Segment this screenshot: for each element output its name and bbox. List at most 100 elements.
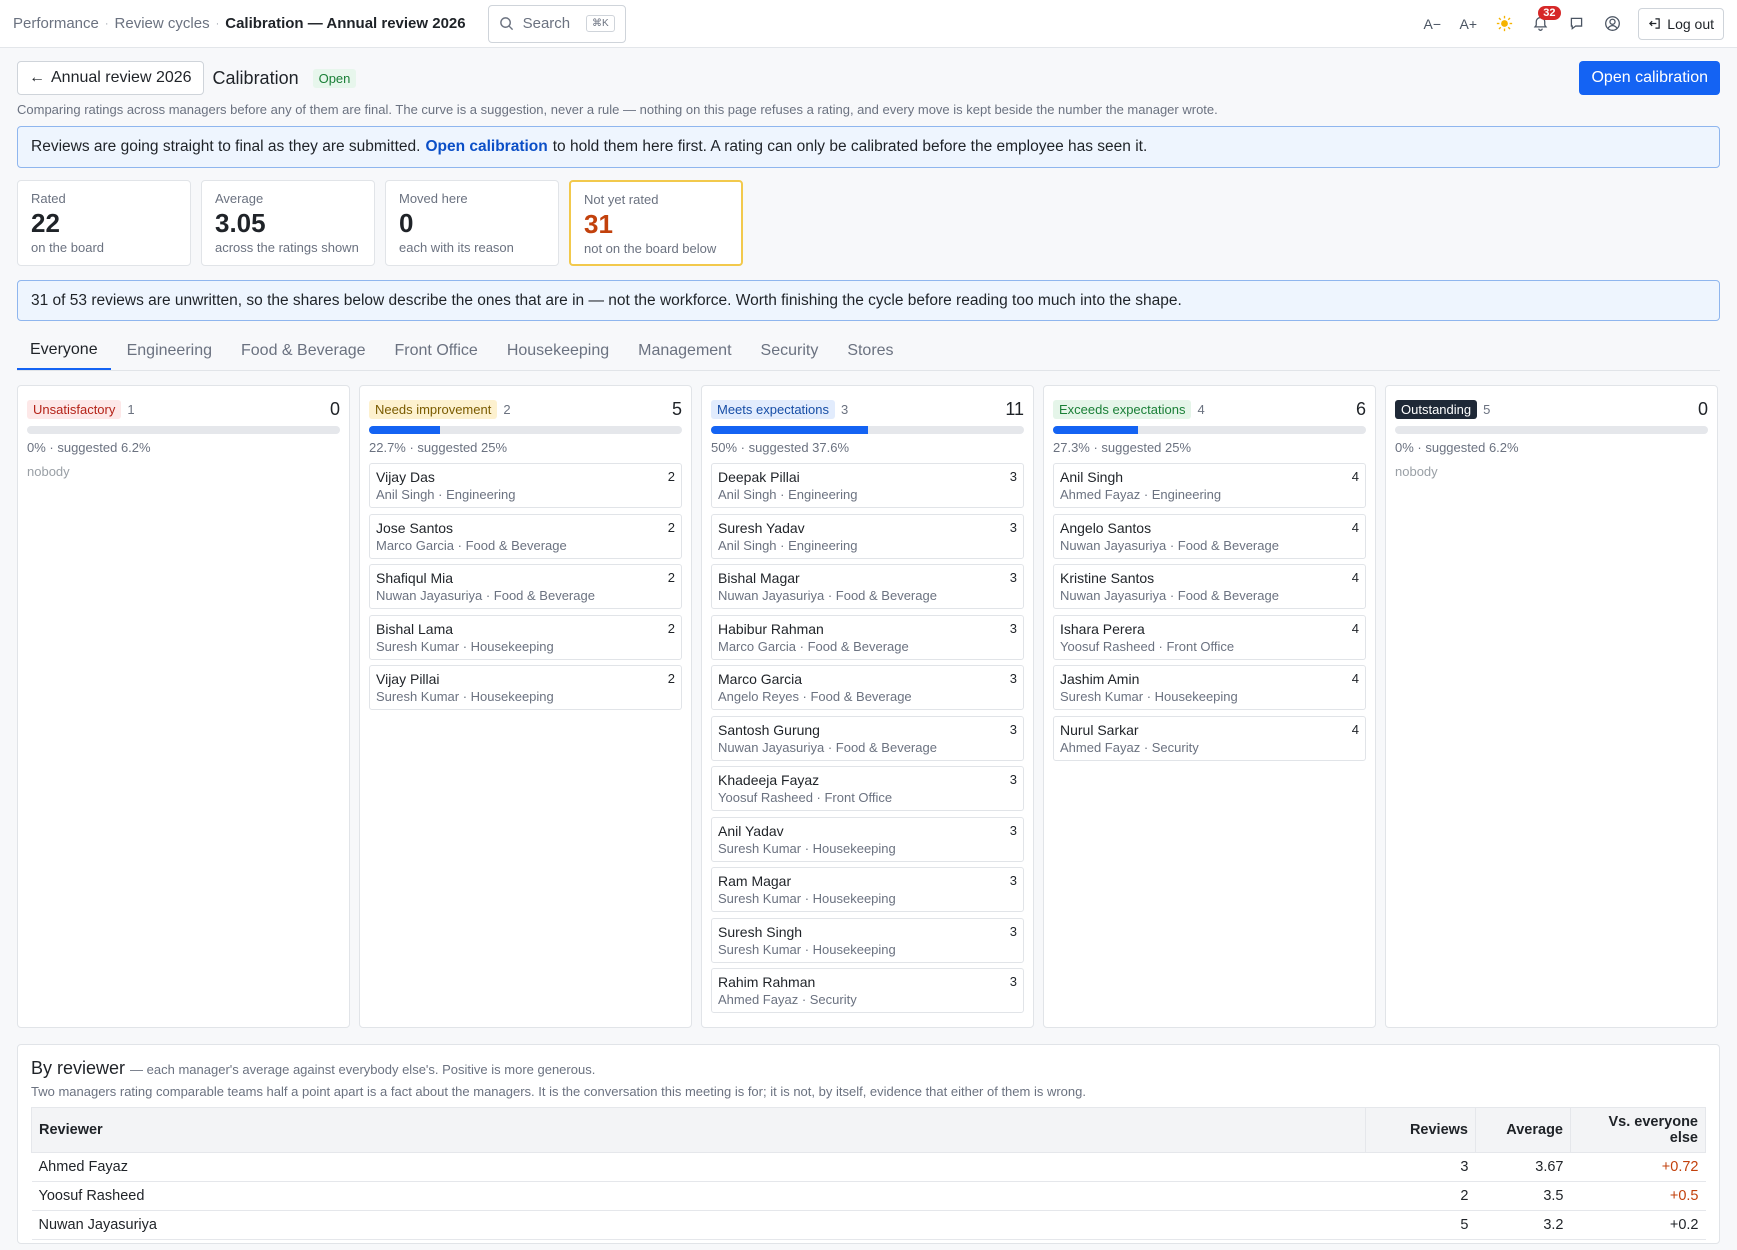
tab-food-beverage[interactable]: Food & Beverage — [228, 331, 379, 370]
share-bar-fill — [1053, 426, 1139, 434]
employee-rating: 3 — [1009, 772, 1017, 787]
employee-rating: 3 — [1009, 873, 1017, 888]
employee-rating: 4 — [1351, 570, 1359, 585]
employee-card[interactable]: Vijay Pillai Suresh Kumar · Housekeeping… — [369, 665, 682, 710]
profile-button[interactable] — [1594, 6, 1630, 42]
theme-toggle-button[interactable] — [1486, 6, 1522, 42]
tab-front-office[interactable]: Front Office — [382, 331, 491, 370]
notice-open-calibration-link[interactable]: Open calibration — [425, 138, 547, 156]
employee-card[interactable]: Suresh Yadav Anil Singh · Engineering 3 — [711, 513, 1024, 559]
breadcrumb-review-cycles[interactable]: Review cycles — [115, 15, 210, 32]
unwritten-notice: 31 of 53 reviews are unwritten, so the s… — [17, 280, 1720, 321]
employee-rating: 3 — [1009, 822, 1017, 838]
employee-manager-dept: Nuwan Jayasuriya · Food & Beverage — [1060, 537, 1279, 553]
employee-rating: 4 — [1351, 671, 1359, 686]
employee-card[interactable]: Suresh Singh Suresh Kumar · Housekeeping… — [711, 917, 1024, 963]
employee-rating: 4 — [1351, 469, 1359, 484]
logout-button[interactable]: Log out — [1638, 7, 1724, 40]
tab-security[interactable]: Security — [748, 331, 832, 370]
employee-name: Vijay Das — [376, 469, 435, 485]
table-row[interactable]: Yoosuf Rasheed 2 3.5 +0.5 — [31, 1181, 1706, 1211]
tab-engineering[interactable]: Engineering — [114, 331, 225, 370]
tab-stores[interactable]: Stores — [834, 331, 906, 370]
employee-card[interactable]: Anil Yadav Suresh Kumar · Housekeeping 3 — [711, 816, 1024, 862]
reviewer-diff — [1570, 1239, 1706, 1243]
notifications-button[interactable]: 32 — [1522, 5, 1561, 42]
table-row[interactable]: Ahmed Fayaz 3 3.67 +0.72 — [31, 1152, 1706, 1182]
open-calibration-button[interactable]: Open calibration — [1579, 61, 1720, 95]
font-smaller-button[interactable]: A− — [1414, 6, 1450, 42]
employee-card[interactable]: Shafiqul Mia Nuwan Jayasuriya · Food & B… — [369, 564, 682, 609]
employee-card[interactable]: Kristine Santos Nuwan Jayasuriya · Food … — [1053, 564, 1366, 609]
column-header: Outstanding 5 0 — [1395, 399, 1708, 420]
column-count: 6 — [1355, 399, 1366, 419]
employee-name: Ram Magar — [718, 873, 792, 889]
employee-card[interactable]: Marco Garcia Angelo Reyes · Food & Bever… — [711, 665, 1024, 710]
employee-card[interactable]: Habibur Rahman Marco Garcia · Food & Bev… — [711, 614, 1024, 660]
employee-manager-dept: Ahmed Fayaz · Security — [1060, 739, 1199, 755]
font-larger-button[interactable]: A+ — [1450, 6, 1486, 42]
employee-rating: 3 — [1009, 519, 1017, 535]
stat-label: Not yet rated — [584, 192, 659, 207]
col-header-reviewer[interactable]: Reviewer — [31, 1107, 1366, 1153]
col-header-average[interactable]: Average — [1475, 1107, 1571, 1153]
reviewer-average: 3.5 — [1475, 1181, 1571, 1211]
col-header-reviews[interactable]: Reviews — [1365, 1107, 1476, 1153]
breadcrumb: Performance · Review cycles · Calibratio… — [13, 15, 466, 32]
employee-card[interactable]: Bishal Magar Nuwan Jayasuriya · Food & B… — [711, 564, 1024, 609]
employee-card[interactable]: Bishal Lama Suresh Kumar · Housekeeping … — [369, 614, 682, 660]
table-row[interactable]: Nuwan Jayasuriya 5 3.2 +0.2 — [31, 1210, 1706, 1240]
rating-column: Needs improvement 2 5 22.7% · suggested … — [359, 385, 692, 1028]
employee-manager-dept: Anil Singh · Engineering — [718, 537, 858, 553]
employee-card[interactable]: Rahim Rahman Ahmed Fayaz · Security 3 — [711, 968, 1024, 1013]
employee-card[interactable]: Jose Santos Marco Garcia · Food & Bevera… — [369, 513, 682, 559]
rating-label-badge: Meets expectations — [711, 400, 836, 419]
share-bar — [711, 426, 1024, 434]
logout-label: Log out — [1667, 15, 1714, 32]
column-count: 5 — [671, 399, 682, 419]
reviewer-diff: +0.72 — [1570, 1152, 1706, 1182]
column-header: Meets expectations 3 11 — [711, 399, 1024, 420]
tab-management[interactable]: Management — [625, 331, 744, 370]
employee-manager-dept: Yoosuf Rasheed · Front Office — [1060, 638, 1235, 654]
employee-card-list: Vijay Das Anil Singh · Engineering 2 Jos… — [369, 463, 682, 710]
employee-card[interactable]: Vijay Das Anil Singh · Engineering 2 — [369, 463, 682, 508]
share-bar — [27, 426, 340, 434]
employee-name: Bishal Magar — [718, 570, 800, 586]
rating-label-badge: Outstanding — [1395, 400, 1478, 419]
search-placeholder: Search — [522, 15, 571, 32]
employee-card[interactable]: Angelo Santos Nuwan Jayasuriya · Food & … — [1053, 513, 1366, 559]
back-to-review-button[interactable]: ← Annual review 2026 — [17, 61, 204, 95]
employee-manager-dept: Ahmed Fayaz · Engineering — [1060, 487, 1222, 502]
employee-card-list: Deepak Pillai Anil Singh · Engineering 3… — [711, 463, 1024, 1013]
employee-card[interactable]: Santosh Gurung Nuwan Jayasuriya · Food &… — [711, 715, 1024, 761]
tab-everyone[interactable]: Everyone — [17, 331, 111, 370]
search-box[interactable]: Search ⌘K — [487, 4, 626, 43]
by-reviewer-panel: By reviewer — each manager's average aga… — [17, 1044, 1720, 1244]
rating-label-badge: Exceeds expectations — [1053, 400, 1192, 419]
col-header-vs-everyone[interactable]: Vs. everyone else — [1570, 1107, 1706, 1153]
column-count: 11 — [1005, 399, 1024, 419]
employee-card[interactable]: Anil Singh Ahmed Fayaz · Engineering 4 — [1053, 463, 1366, 508]
stat-label: Rated — [31, 191, 66, 206]
employee-card[interactable]: Nurul Sarkar Ahmed Fayaz · Security 4 — [1053, 715, 1366, 761]
employee-card[interactable]: Ishara Perera Yoosuf Rasheed · Front Off… — [1053, 614, 1366, 660]
employee-card[interactable]: Khadeeja Fayaz Yoosuf Rasheed · Front Of… — [711, 766, 1024, 811]
employee-rating: 3 — [1009, 721, 1017, 737]
employee-card[interactable]: Jashim Amin Suresh Kumar · Housekeeping … — [1053, 665, 1366, 710]
employee-card[interactable]: Ram Magar Suresh Kumar · Housekeeping 3 — [711, 867, 1024, 912]
employee-name: Shafiqul Mia — [376, 570, 454, 586]
reviewer-section-title: By reviewer — each manager's average aga… — [31, 1058, 1706, 1079]
stat-sub: on the board — [31, 240, 105, 255]
column-header: Exceeds expectations 4 6 — [1053, 399, 1366, 420]
back-label: Annual review 2026 — [51, 69, 192, 86]
stat-label: Average — [215, 191, 264, 206]
employee-manager-dept: Marco Garcia · Food & Beverage — [376, 537, 567, 553]
reviewer-diff: +0.2 — [1570, 1210, 1706, 1240]
breadcrumb-performance[interactable]: Performance — [13, 15, 99, 32]
reviewer-title: By reviewer — [31, 1058, 126, 1078]
messages-button[interactable] — [1558, 6, 1594, 42]
tab-housekeeping[interactable]: Housekeeping — [494, 331, 622, 370]
employee-card[interactable]: Deepak Pillai Anil Singh · Engineering 3 — [711, 463, 1024, 508]
table-row[interactable]: Angelo Reyes 1 3 — [31, 1239, 1706, 1243]
